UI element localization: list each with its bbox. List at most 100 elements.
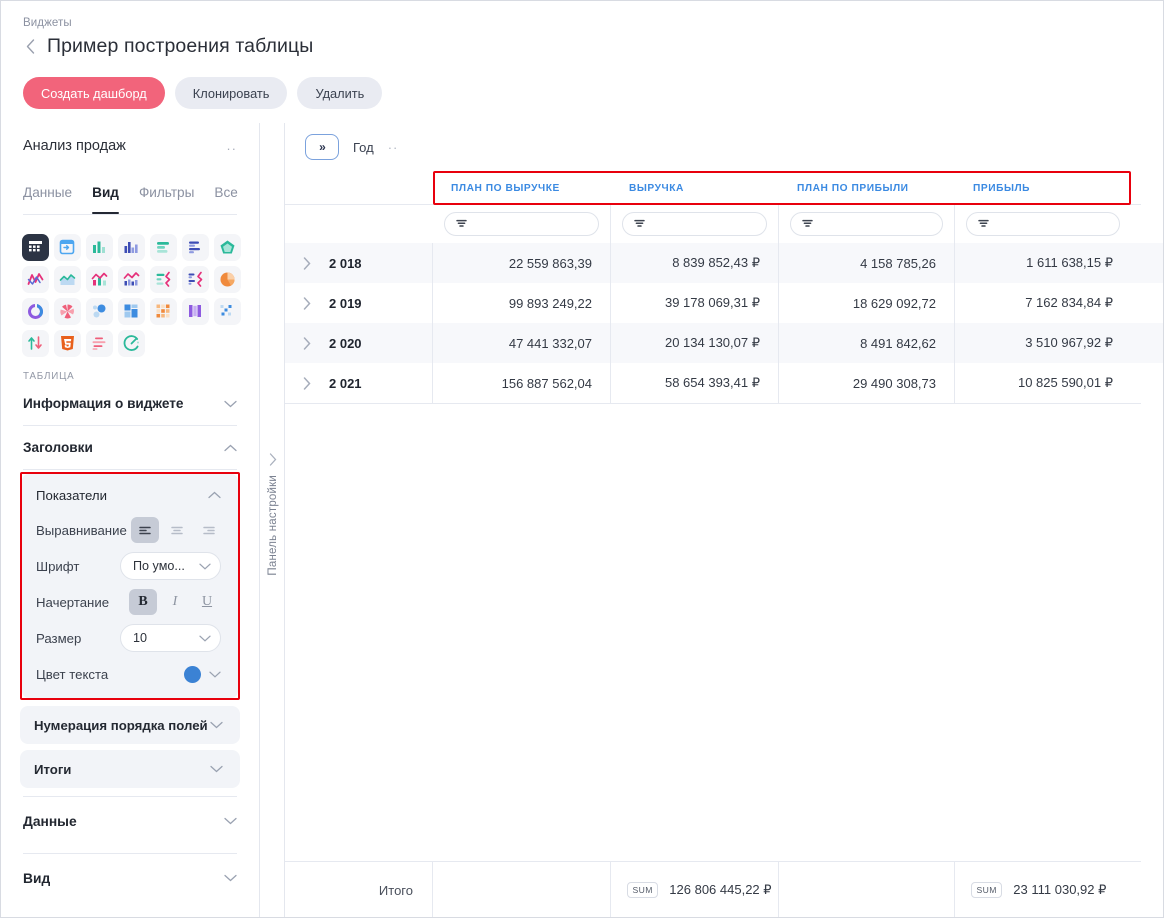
table-row[interactable]: 2 020 47 441 332,07 20 134 130,07 ₽ 8 49… [285, 323, 1163, 363]
chart-type-bar-horizontal[interactable] [147, 231, 179, 263]
accordion-headers[interactable]: Заголовки [23, 426, 237, 470]
funnel-vertical-icon [181, 297, 209, 325]
chart-type-bar-line-horizontal[interactable] [147, 263, 179, 295]
tab-vse[interactable]: Все [214, 183, 237, 214]
cell-revenue: 20 134 130,07 ₽ [611, 323, 779, 363]
size-select[interactable]: 10 [120, 624, 221, 652]
cell-profit: 3 510 967,92 ₽ [1025, 335, 1113, 350]
tab-dannye[interactable]: Данные [23, 183, 72, 214]
chart-type-scatter[interactable] [211, 295, 243, 327]
chart-type-bubble[interactable] [83, 295, 115, 327]
delete-button[interactable]: Удалить [297, 77, 383, 109]
row-label-cell[interactable]: 2 021 [285, 363, 433, 403]
column-header-revenue[interactable]: ВЫРУЧКА [611, 171, 779, 205]
breadcrumb[interactable]: Виджеты [23, 17, 72, 29]
filter-input-plan-revenue[interactable] [444, 212, 599, 236]
align-left-button[interactable] [130, 517, 159, 543]
align-center-button[interactable] [163, 517, 191, 543]
chart-type-treemap[interactable] [115, 295, 147, 327]
chevron-right-icon [269, 453, 277, 471]
text-color-picker[interactable] [184, 665, 221, 683]
filter-cell-plan-revenue [433, 205, 611, 243]
chart-type-area-line[interactable] [51, 263, 83, 295]
chart-type-bullet-chart[interactable] [83, 327, 115, 359]
dataset-menu-icon[interactable]: ·· [226, 141, 237, 156]
align-right-button[interactable] [195, 517, 223, 543]
table-toolbar: » Год ·· [305, 134, 398, 160]
column-header-profit[interactable]: ПРИБЫЛЬ [955, 171, 1131, 205]
sum-badge: SUM [971, 882, 1003, 898]
alignment-label: Выравнивание [36, 522, 127, 538]
accordion-view[interactable]: Вид [23, 854, 237, 902]
row-label-cell[interactable]: 2 020 [285, 323, 433, 363]
text-color-control: Цвет текста [22, 656, 238, 692]
expand-all-button[interactable]: » [305, 134, 339, 160]
cell-plan-profit: 8 491 842,62 [779, 323, 955, 363]
indicators-header[interactable]: Показатели [22, 478, 238, 512]
table-row[interactable]: 2 021 156 887 562,04 58 654 393,41 ₽ 29 … [285, 363, 1163, 403]
italic-button[interactable]: I [161, 589, 189, 615]
area-polygon-icon [213, 233, 241, 261]
dimension-menu-icon[interactable]: ·· [388, 140, 399, 155]
chevron-up-icon [224, 444, 237, 452]
column-header-plan-profit[interactable]: ПЛАН ПО ПРИБЫЛИ [779, 171, 955, 205]
updown-arrows-icon [21, 329, 49, 357]
cell-revenue: 39 178 069,31 ₽ [611, 283, 779, 323]
filter-input-revenue[interactable] [622, 212, 767, 236]
cell-profit: 10 825 590,01 ₽ [1017, 375, 1113, 390]
accordion-totals[interactable]: Итоги [20, 750, 240, 788]
chevron-right-icon[interactable] [303, 336, 319, 350]
clone-button[interactable]: Клонировать [174, 77, 288, 109]
chart-type-bar-vertical[interactable] [83, 231, 115, 263]
accordion-headers-label: Заголовки [23, 440, 93, 455]
accordion-data[interactable]: Данные [23, 797, 237, 845]
font-style-segment: B I U [125, 589, 221, 615]
accordion-field-numbering[interactable]: Нумерация порядка полей [20, 706, 240, 744]
totals-cell-profit: SUM 23 111 030,92 ₽ [955, 862, 1131, 917]
filter-input-profit[interactable] [966, 212, 1120, 236]
dataset-row[interactable]: Анализ продаж ·· [1, 123, 259, 169]
chart-type-bar-line-horizontal-grouped[interactable] [179, 263, 211, 295]
chart-type-table[interactable] [19, 231, 51, 263]
chart-type-html[interactable] [51, 327, 83, 359]
widget-preview: » Год ·· ПЛАН ПО ВЫРУЧКЕ ВЫРУЧКА ПЛАН ПО… [285, 123, 1163, 917]
chart-type-funnel-vertical[interactable] [179, 295, 211, 327]
column-header-plan-revenue[interactable]: ПЛАН ПО ВЫРУЧКЕ [433, 171, 611, 205]
chart-type-line[interactable] [19, 263, 51, 295]
chart-type-donut-progress[interactable] [19, 295, 51, 327]
chart-type-pie[interactable] [211, 263, 243, 295]
settings-panel-toggle[interactable]: Панель настройки [263, 453, 282, 601]
font-select-value: По умо... [133, 559, 185, 573]
chart-type-heatmap[interactable] [147, 295, 179, 327]
underline-button[interactable]: U [193, 589, 221, 615]
chart-type-pivot-table[interactable] [51, 231, 83, 263]
table-row[interactable]: 2 019 99 893 249,22 39 178 069,31 ₽ 18 6… [285, 283, 1163, 323]
chart-type-gauge[interactable] [115, 327, 147, 359]
bullet-chart-icon [85, 329, 113, 357]
chart-type-bar-horizontal-grouped[interactable] [179, 231, 211, 263]
filter-input-plan-profit[interactable] [790, 212, 943, 236]
data-section-label: Данные [23, 813, 77, 829]
table-row[interactable]: 2 018 22 559 863,39 8 839 852,43 ₽ 4 158… [285, 243, 1163, 283]
tab-vid[interactable]: Вид [92, 183, 119, 214]
chevron-right-icon[interactable] [303, 256, 319, 270]
font-select[interactable]: По умо... [120, 552, 221, 580]
chart-type-combo-bar-line[interactable] [83, 263, 115, 295]
bold-button[interactable]: B [129, 589, 157, 615]
tab-filtry[interactable]: Фильтры [139, 183, 194, 214]
create-dashboard-button[interactable]: Создать дашборд [23, 77, 165, 109]
chart-type-radar[interactable] [51, 295, 83, 327]
chart-type-bar-grouped[interactable] [115, 231, 147, 263]
chevron-right-icon[interactable] [303, 296, 319, 310]
chart-type-area-polygon[interactable] [211, 231, 243, 263]
totals-value-profit: 23 111 030,92 ₽ [1013, 882, 1107, 897]
row-label-cell[interactable]: 2 019 [285, 283, 433, 323]
chevron-down-icon [224, 874, 237, 882]
bar-line-horizontal-icon [149, 265, 177, 293]
chart-type-updown-arrows[interactable] [19, 327, 51, 359]
accordion-widget-info[interactable]: Информация о виджете [23, 382, 237, 426]
back-chevron-icon[interactable] [23, 36, 37, 58]
row-label-cell[interactable]: 2 018 [285, 243, 433, 283]
chart-type-combo-multi[interactable] [115, 263, 147, 295]
chevron-right-icon[interactable] [303, 376, 319, 390]
